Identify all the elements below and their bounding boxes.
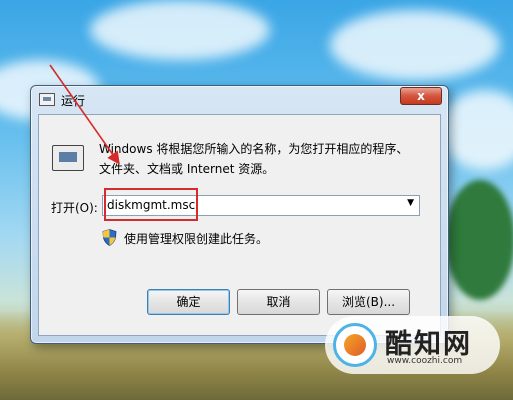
- dialog-body: Windows 将根据您所输入的名称，为您打开相应的程序、文件夹、文档或 Int…: [38, 114, 441, 336]
- ok-button[interactable]: 确定: [147, 289, 230, 315]
- highlight-box: [104, 188, 198, 221]
- cloud: [330, 10, 500, 80]
- admin-note: 使用管理权限创建此任务。: [124, 232, 269, 246]
- cloud: [90, 0, 270, 60]
- dialog-description: Windows 将根据您所输入的名称，为您打开相应的程序、文件夹、文档或 Int…: [99, 142, 409, 176]
- title-bar[interactable]: 运行 x: [31, 86, 448, 114]
- watermark-url: www.coozhi.com: [387, 356, 463, 366]
- coozhi-logo-icon: [333, 323, 377, 367]
- open-label: 打开(O):: [51, 201, 98, 215]
- cloud: [440, 90, 513, 170]
- dropdown-arrow-icon[interactable]: ▼: [407, 198, 414, 208]
- browse-button[interactable]: 浏览(B)...: [327, 289, 410, 315]
- window-title: 运行: [61, 94, 86, 108]
- watermark: 酷知网 www.coozhi.com: [325, 316, 500, 374]
- run-app-icon: [52, 145, 84, 171]
- uac-shield-icon: [102, 229, 117, 246]
- tree: [445, 180, 513, 300]
- close-button[interactable]: x: [400, 87, 442, 105]
- run-window-icon: [39, 93, 55, 106]
- run-dialog: 运行 x Windows 将根据您所输入的名称，为您打开相应的程序、文件夹、文档…: [30, 85, 449, 344]
- cancel-button[interactable]: 取消: [237, 289, 320, 315]
